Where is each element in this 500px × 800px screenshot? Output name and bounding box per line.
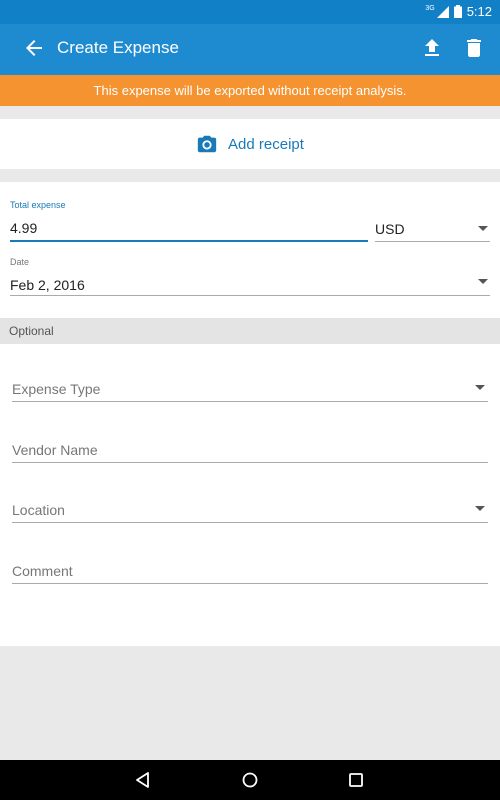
add-receipt-button[interactable]: Add receipt (0, 119, 500, 169)
total-expense-label: Total expense (10, 200, 66, 210)
app-bar: Create Expense (0, 24, 500, 75)
currency-underline (375, 241, 490, 242)
arrow-back-icon[interactable] (22, 36, 46, 60)
system-nav-bar (0, 760, 500, 800)
battery-icon (453, 5, 462, 18)
optional-form: Expense Type Vendor Name Location Commen… (0, 344, 500, 646)
optional-header-label: Optional (9, 324, 54, 338)
comment-underline (12, 583, 488, 584)
location-underline (12, 522, 488, 523)
currency-dropdown-icon[interactable] (478, 226, 488, 231)
total-expense-input[interactable]: 4.99 (10, 220, 37, 236)
expense-type-dropdown-icon[interactable] (475, 385, 485, 390)
clock: 5:12 (466, 4, 492, 19)
vendor-name-underline (12, 462, 488, 463)
currency-select[interactable]: USD (375, 221, 405, 237)
date-select[interactable]: Feb 2, 2016 (10, 277, 85, 293)
expense-form: Total expense 4.99 USD Date Feb 2, 2016 (0, 182, 500, 318)
total-expense-underline (10, 240, 368, 242)
location-select[interactable]: Location (12, 502, 65, 518)
optional-section-header: Optional (0, 318, 500, 344)
nav-recents-icon[interactable] (347, 771, 365, 789)
vendor-name-input[interactable]: Vendor Name (12, 442, 98, 458)
trash-icon[interactable] (462, 36, 486, 60)
camera-icon (197, 135, 217, 153)
expense-type-select[interactable]: Expense Type (12, 381, 100, 397)
expense-type-underline (12, 401, 488, 402)
status-icons: 3G 5:12 (425, 4, 492, 19)
network-type: 3G (425, 5, 435, 12)
date-dropdown-icon[interactable] (478, 279, 488, 284)
date-label: Date (10, 257, 30, 267)
warning-banner: This expense will be exported without re… (0, 75, 500, 106)
location-dropdown-icon[interactable] (475, 506, 485, 511)
nav-back-icon[interactable] (134, 771, 152, 789)
signal-icon (436, 5, 449, 18)
status-bar: 3G 5:12 (0, 0, 500, 24)
date-underline (10, 295, 490, 296)
page-title: Create Expense (57, 38, 179, 57)
upload-icon[interactable] (420, 36, 444, 60)
nav-home-icon[interactable] (241, 771, 259, 789)
banner-text: This expense will be exported without re… (93, 83, 407, 98)
comment-input[interactable]: Comment (12, 563, 73, 579)
add-receipt-label: Add receipt (228, 135, 304, 153)
